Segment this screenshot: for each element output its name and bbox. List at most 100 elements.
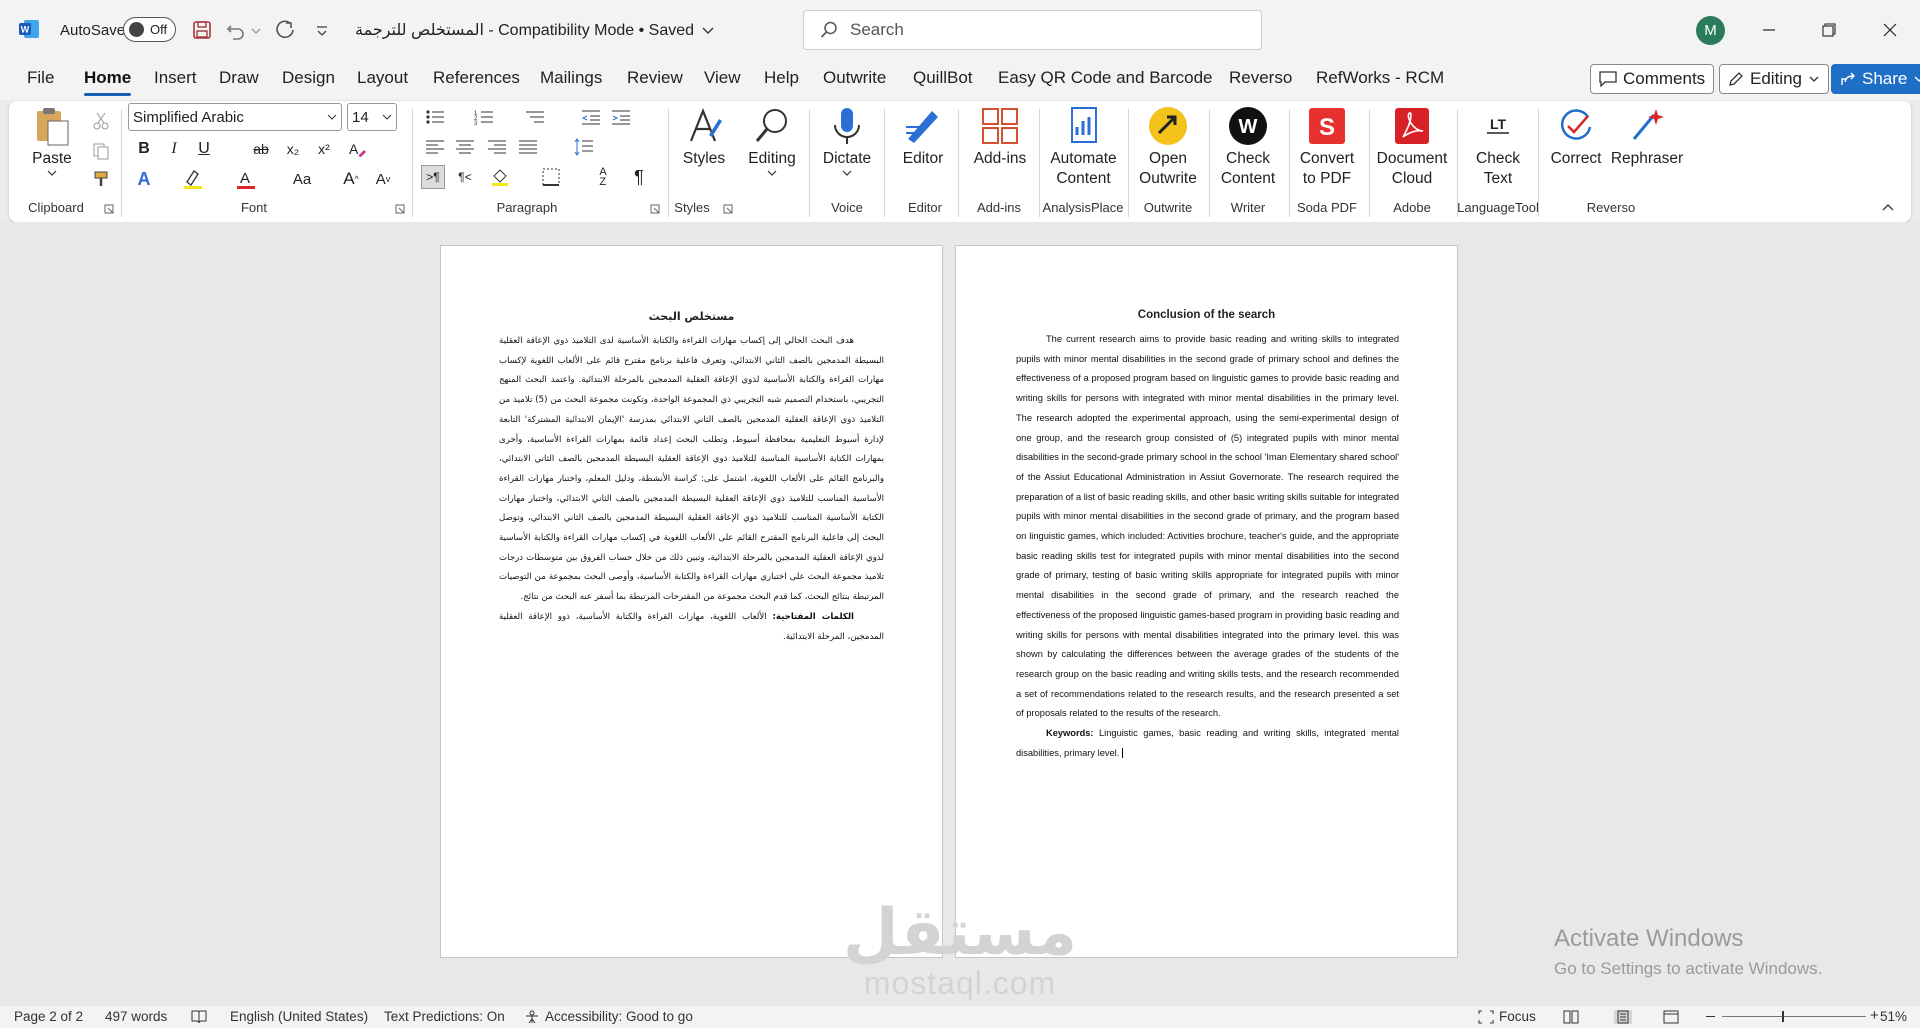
align-center-icon[interactable] (453, 135, 477, 159)
document-cloud-button[interactable]: Document Cloud (1372, 105, 1452, 189)
subscript-button[interactable]: x₂ (281, 137, 305, 161)
ltr-direction-button[interactable]: >¶ (421, 165, 445, 189)
minimize-button[interactable] (1755, 16, 1783, 44)
tab-easy-qr[interactable]: Easy QR Code and Barcode (998, 68, 1213, 88)
dialog-launcher-icon[interactable] (395, 204, 405, 214)
correct-button[interactable]: Correct (1546, 105, 1606, 169)
align-left-icon[interactable] (423, 135, 447, 159)
automate-content-button[interactable]: Automate Content (1041, 105, 1126, 189)
numbering-icon[interactable]: 123 (472, 105, 496, 129)
multilevel-list-icon[interactable] (523, 105, 547, 129)
page-count[interactable]: Page 2 of 2 (14, 1009, 83, 1024)
focus-button[interactable]: Focus (1478, 1009, 1536, 1024)
dialog-launcher-icon[interactable] (650, 204, 660, 214)
check-content-button[interactable]: W Check Content (1213, 105, 1283, 189)
restore-button[interactable] (1815, 16, 1843, 44)
bold-button[interactable]: B (132, 137, 156, 161)
save-icon[interactable] (191, 19, 213, 41)
sort-icon[interactable]: AZ (591, 165, 615, 189)
tab-help[interactable]: Help (764, 68, 799, 88)
close-button[interactable] (1876, 16, 1904, 44)
line-spacing-icon[interactable] (572, 135, 596, 159)
undo-dropdown-icon[interactable] (250, 19, 262, 41)
accessibility-status[interactable]: Accessibility: Good to go (524, 1009, 693, 1024)
dialog-launcher-icon[interactable] (104, 204, 114, 214)
document-page-2[interactable]: Conclusion of the search The current res… (955, 245, 1458, 958)
highlight-icon[interactable] (181, 167, 205, 191)
word-app-icon[interactable]: W (18, 18, 40, 40)
editor-button[interactable]: Editor (893, 105, 953, 169)
word-count[interactable]: 497 words (105, 1009, 167, 1024)
web-layout-icon[interactable] (1663, 1010, 1679, 1024)
format-painter-icon[interactable] (89, 167, 113, 191)
open-outwrite-button[interactable]: Open Outwrite (1133, 105, 1203, 189)
shrink-font-icon[interactable]: Av (371, 167, 395, 191)
tab-refworks[interactable]: RefWorks - RCM (1316, 68, 1444, 88)
document-title[interactable]: المستخلص للترجمة - Compatibility Mode • … (355, 0, 715, 60)
strikethrough-button[interactable]: ab (249, 137, 273, 161)
shading-icon[interactable] (488, 165, 512, 189)
undo-icon[interactable] (225, 19, 247, 41)
tab-home[interactable]: Home (84, 68, 132, 96)
copy-icon[interactable] (89, 139, 113, 163)
tab-file[interactable]: File (27, 68, 54, 88)
tab-view[interactable]: View (704, 68, 741, 88)
decrease-indent-icon[interactable] (579, 105, 603, 129)
dictate-button[interactable]: Dictate (817, 105, 877, 179)
zoom-slider[interactable] (1722, 1016, 1866, 1017)
tab-insert[interactable]: Insert (154, 68, 197, 88)
redo-icon[interactable] (274, 19, 296, 41)
rtl-direction-button[interactable]: ¶< (453, 165, 477, 189)
grow-font-icon[interactable]: A ^ (339, 167, 363, 191)
italic-button[interactable]: I (162, 137, 186, 161)
collapse-ribbon-icon[interactable] (1881, 201, 1895, 213)
superscript-button[interactable]: x² (312, 137, 336, 161)
text-effects-icon[interactable]: A (132, 167, 156, 191)
underline-button[interactable]: U (192, 137, 216, 161)
share-button[interactable]: Share (1831, 64, 1920, 94)
customize-toolbar-icon[interactable] (311, 19, 333, 41)
font-name-select[interactable]: Simplified Arabic (128, 103, 342, 131)
tab-mailings[interactable]: Mailings (540, 68, 602, 88)
tab-quillbot[interactable]: QuillBot (913, 68, 973, 88)
document-page-1[interactable]: مستخلص البحث هدف البحث الحالي إلى إكساب … (440, 245, 943, 958)
check-text-button[interactable]: LT Check Text (1463, 105, 1533, 189)
align-right-icon[interactable] (485, 135, 509, 159)
paste-button[interactable]: Paste (27, 105, 77, 179)
bullets-icon[interactable] (423, 105, 447, 129)
dialog-launcher-icon[interactable] (723, 204, 733, 214)
print-layout-icon[interactable] (1614, 1010, 1632, 1024)
zoom-slider-thumb[interactable] (1782, 1011, 1784, 1022)
tab-reverso[interactable]: Reverso (1229, 68, 1292, 88)
change-case-button[interactable]: Aa (286, 167, 318, 191)
font-size-select[interactable]: 14 (347, 103, 397, 131)
show-paragraph-marks-icon[interactable]: ¶ (627, 165, 651, 189)
tab-draw[interactable]: Draw (219, 68, 259, 88)
borders-icon[interactable] (539, 165, 563, 189)
editing-button[interactable]: Editing (742, 105, 802, 179)
zoom-out-button[interactable] (1706, 1016, 1715, 1017)
language-indicator[interactable]: English (United States) (230, 1009, 368, 1024)
search-box[interactable]: Search (803, 10, 1262, 50)
tab-outwrite[interactable]: Outwrite (823, 68, 886, 88)
rephraser-button[interactable]: Rephraser (1607, 105, 1687, 169)
autosave-toggle[interactable]: Off (123, 17, 176, 42)
comments-button[interactable]: Comments (1590, 64, 1715, 94)
zoom-level[interactable]: 51% (1880, 1009, 1907, 1024)
user-avatar[interactable]: M (1696, 16, 1725, 45)
tab-layout[interactable]: Layout (357, 68, 408, 88)
tab-design[interactable]: Design (282, 68, 335, 88)
zoom-in-button[interactable]: + (1870, 1007, 1879, 1024)
read-mode-icon[interactable] (1563, 1010, 1579, 1024)
justify-icon[interactable] (516, 135, 540, 159)
font-color-icon[interactable]: A (234, 167, 258, 191)
increase-indent-icon[interactable] (609, 105, 633, 129)
add-ins-button[interactable]: Add-ins (965, 105, 1035, 169)
convert-to-pdf-button[interactable]: S Convert to PDF (1292, 105, 1362, 189)
tab-references[interactable]: References (433, 68, 520, 88)
clear-formatting-icon[interactable]: A (345, 137, 369, 161)
styles-button[interactable]: Styles (679, 105, 729, 169)
tab-review[interactable]: Review (627, 68, 683, 88)
proofing-icon[interactable] (191, 1010, 207, 1024)
cut-icon[interactable] (89, 109, 113, 133)
